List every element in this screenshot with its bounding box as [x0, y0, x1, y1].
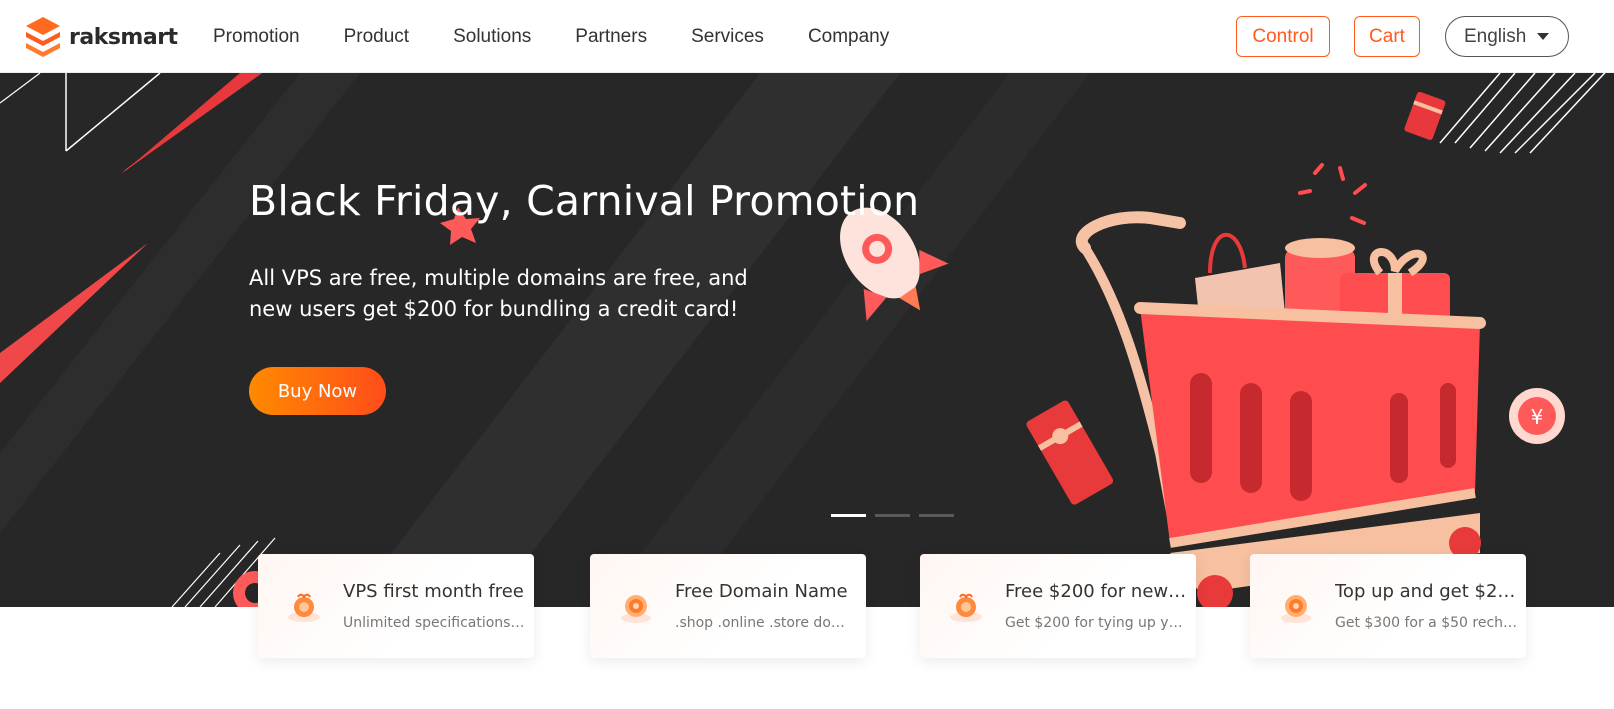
hero-banner: ¥ Black Friday, Carnival Promotion All V…	[0, 73, 1614, 607]
caret-down-icon	[1537, 33, 1550, 40]
carousel-indicators	[831, 514, 963, 517]
card-description: .shop .online .store domai...	[675, 615, 858, 631]
hero-title: Black Friday, Carnival Promotion	[249, 177, 920, 225]
hero-subtitle: All VPS are free, multiple domains are f…	[249, 266, 748, 321]
promotion-cards: VPS first month free Unlimited specifica…	[258, 554, 1528, 658]
promo-card-new-user[interactable]: Free $200 for new u... Get $200 for tyin…	[920, 554, 1196, 658]
coin-icon	[621, 595, 651, 623]
card-title: Free $200 for new u...	[1005, 581, 1190, 602]
promo-card-top-up[interactable]: Top up and get $250... Get $300 for a $5…	[1250, 554, 1526, 658]
language-value: English	[1464, 25, 1527, 47]
nav-item-solutions[interactable]: Solutions	[453, 26, 531, 48]
gift-coin-icon	[950, 593, 982, 622]
nav-item-partners[interactable]: Partners	[575, 26, 647, 48]
raksmart-logo-icon	[26, 17, 60, 57]
main-nav: Promotion Product Solutions Partners Ser…	[213, 0, 933, 73]
card-title: Free Domain Name	[675, 581, 848, 602]
card-title: Top up and get $250...	[1335, 581, 1520, 602]
nav-item-promotion[interactable]: Promotion	[213, 26, 300, 48]
nav-item-product[interactable]: Product	[344, 26, 409, 48]
brand-name: raksmart	[69, 24, 178, 50]
buy-now-button[interactable]: Buy Now	[249, 367, 386, 415]
control-button[interactable]: Control	[1236, 16, 1330, 57]
card-description: Get $200 for tying up you...	[1005, 615, 1188, 631]
card-description: Unlimited specifications, ...	[343, 615, 526, 631]
shopping-cart-illustration: ¥	[233, 91, 1565, 607]
nav-item-company[interactable]: Company	[808, 26, 889, 48]
carousel-dot-3[interactable]	[919, 514, 954, 517]
top-navigation-bar: raksmart Promotion Product Solutions Par…	[0, 0, 1614, 73]
coin-icon	[1281, 595, 1311, 623]
card-title: VPS first month free	[343, 581, 524, 602]
raksmart-logo[interactable]: raksmart	[23, 15, 178, 59]
language-select[interactable]: English	[1445, 16, 1569, 57]
nav-item-services[interactable]: Services	[691, 26, 764, 48]
card-description: Get $300 for a $50 rechar...	[1335, 615, 1518, 631]
carousel-dot-1[interactable]	[831, 514, 866, 517]
promo-card-domain[interactable]: Free Domain Name .shop .online .store do…	[590, 554, 866, 658]
promo-card-vps[interactable]: VPS first month free Unlimited specifica…	[258, 554, 534, 658]
svg-text:¥: ¥	[1531, 405, 1544, 429]
carousel-dot-2[interactable]	[875, 514, 910, 517]
cart-button[interactable]: Cart	[1354, 16, 1420, 57]
gift-coin-icon	[288, 593, 320, 622]
